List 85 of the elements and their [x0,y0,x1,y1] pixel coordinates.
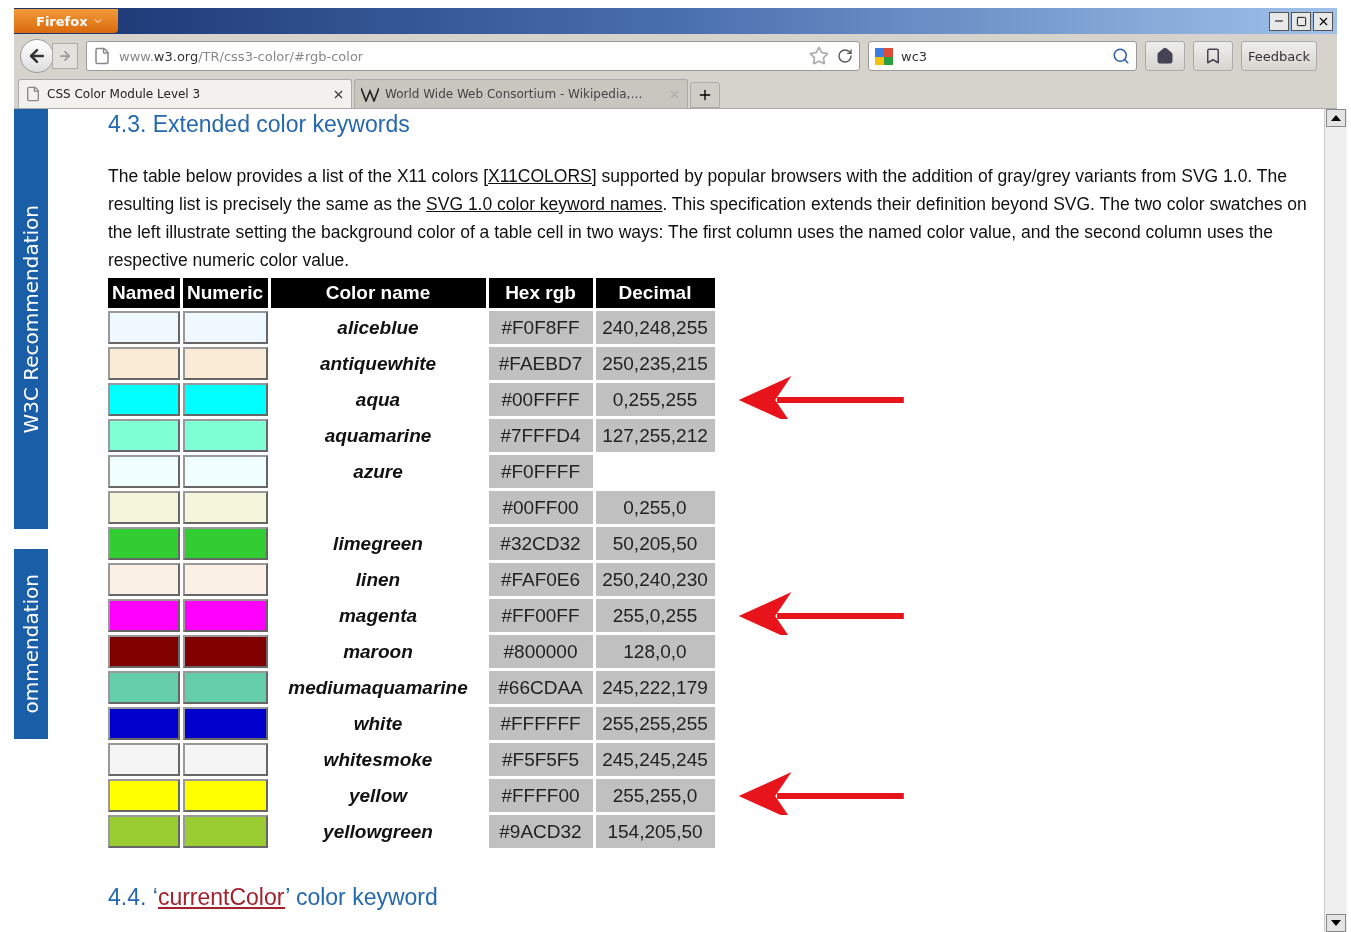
color-name: linen [354,567,402,592]
minimize-button[interactable] [1269,11,1289,31]
down-arrow-icon [1331,920,1341,926]
decimal-cell: 0,255,255 [595,383,715,416]
back-button[interactable] [20,39,54,73]
decimal-cell: 0,255,0 [595,491,715,524]
address-field[interactable]: www.w3.org/TR/css3-color/#rgb-color [86,41,860,71]
status-band: W3C Recommendation [14,109,48,529]
home-button[interactable] [1145,41,1185,71]
page-icon [93,47,111,65]
color-name: yellowgreen [321,819,434,844]
hex-cell: #F0F8FF [488,311,593,344]
hex-cell: #FFFFFF [488,707,593,740]
column-header: Color name [270,278,486,308]
reference-link[interactable]: SVG 1.0 color keyword names [426,194,663,214]
color-name: magenta [337,603,419,628]
decimal-cell: 255,255,255 [595,707,715,740]
column-header: Decimal [595,278,715,308]
color-name: azure [352,459,404,484]
hex-cell: #00FF00 [488,491,593,524]
color-name: maroon [342,639,414,664]
status-band: ommendation [14,549,48,739]
color-name: antiquewhite [318,351,438,376]
hex-cell: #800000 [488,635,593,668]
hex-cell: #F5F5F5 [488,743,593,776]
hex-cell: #32CD32 [488,527,593,560]
search-engine-icon[interactable] [875,46,895,66]
decimal-cell: 250,240,230 [595,563,715,596]
star-icon[interactable] [809,46,829,66]
hex-cell: #FAF0E6 [488,563,593,596]
page-icon [25,86,41,102]
section-heading: 4.3. Extended color keywords [108,111,411,138]
color-name: limegreen [332,531,424,556]
column-header: Hex rgb [488,278,593,308]
scroll-bar[interactable] [1324,109,1347,932]
maximize-icon [1295,15,1307,27]
home-icon [1156,47,1174,65]
search-icon[interactable] [1112,47,1130,65]
color-name: whitesmoke [322,747,434,772]
decimal-cell: 245,222,179 [595,671,715,704]
feedback-button[interactable]: Feedback [1241,41,1317,71]
hex-cell: #FF00FF [488,599,593,632]
column-header: Numeric [182,278,268,308]
hex-cell: #9ACD32 [488,815,593,848]
new-tab-button[interactable] [690,82,720,108]
search-field[interactable]: wc3 [868,41,1137,71]
color-name: mediumaquamarine [287,675,469,700]
hex-cell: #00FFFF [488,383,593,416]
close-button[interactable] [1313,11,1333,31]
decimal-cell: 250,235,215 [595,347,715,380]
color-name: aquamarine [323,423,433,448]
forward-arrow-icon [58,49,72,63]
decimal-cell: 255,255,0 [595,779,715,812]
hex-cell: #FFFF00 [488,779,593,812]
wikipedia-icon [361,86,379,102]
bookmarks-button[interactable] [1193,41,1233,71]
up-arrow-icon [1331,115,1341,121]
decimal-cell: 240,248,255 [595,311,715,344]
browser-tab[interactable]: World Wide Web Consortium - Wikipedia,… [354,79,688,108]
scroll-up-button[interactable] [1326,109,1346,127]
hex-cell: #66CDAA [488,671,593,704]
color-name: aqua [354,387,402,412]
decimal-cell: 255,0,255 [595,599,715,632]
color-name: yellow [347,783,409,808]
hex-cell: #7FFFD4 [488,419,593,452]
decimal-cell: 50,205,50 [595,527,715,560]
decimal-cell: 154,205,50 [595,815,715,848]
color-name: white [352,711,404,736]
reference-link[interactable]: [X11COLORS] [483,166,597,186]
maximize-button[interactable] [1291,11,1311,31]
decimal-cell: 127,255,212 [595,419,715,452]
plus-icon [697,87,713,103]
scroll-down-button[interactable] [1326,914,1346,932]
decimal-cell: 128,0,0 [595,635,715,668]
bookmark-icon [1204,47,1222,65]
hex-cell: #FAEBD7 [488,347,593,380]
section-heading: 4.4. ‘currentColor’ color keyword [108,884,439,911]
decimal-cell: 245,245,245 [595,743,715,776]
reload-icon[interactable] [837,48,853,64]
column-header: Named [108,278,180,308]
description-paragraph: The table below provides a list of the X11 colors [X11COLORS] supported by popular browsers with the addition of gray/grey variants from SVG 1.0. The resulting list is precisely the same as the SVG 1.0 color keyword names. This specification extends their definition beyond SVG. The two color swatches on the left illustrate setting the background color of a table cell in two ways: The first column uses the named color value, and the second column uses the respective numeric color value. [108,165,1308,272]
browser-tab[interactable]: CSS Color Module Level 3 [18,79,352,108]
hex-cell: #F0FFFF [488,455,593,488]
color-name: aliceblue [336,315,420,340]
current-color-link[interactable]: currentColor [157,884,286,910]
